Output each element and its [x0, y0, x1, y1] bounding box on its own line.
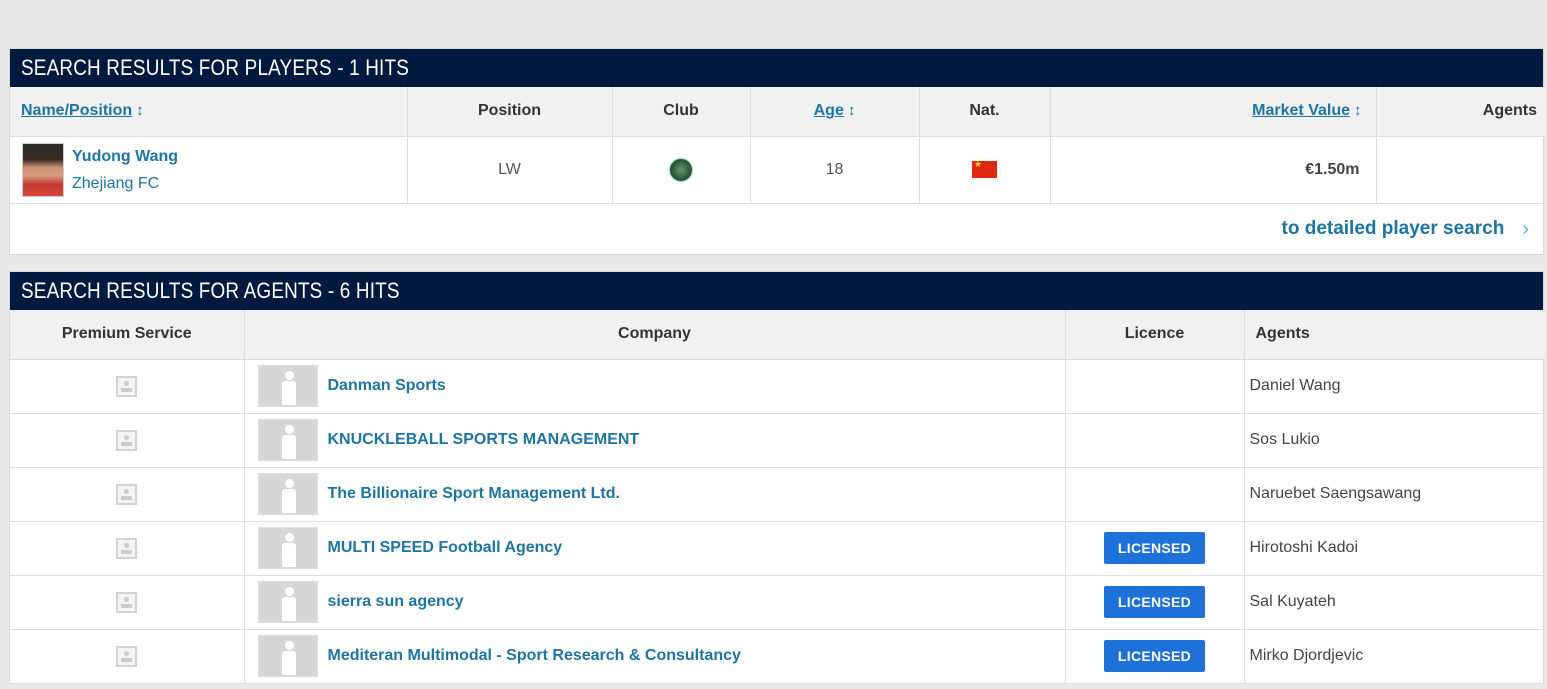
company-placeholder-logo-icon[interactable]	[257, 527, 318, 569]
agents-results-header: SEARCH RESULTS FOR AGENTS - 6 HITS	[10, 272, 1543, 310]
player-club-cell	[612, 136, 751, 204]
player-age: 18	[750, 136, 920, 204]
premium-service-icon	[116, 429, 138, 451]
china-flag-icon	[972, 159, 997, 178]
column-header-agents: Agents	[1376, 87, 1545, 137]
company-placeholder-logo-icon[interactable]	[257, 635, 318, 677]
premium-service-icon	[116, 645, 138, 667]
column-header-premium-service: Premium Service	[10, 310, 245, 360]
company-name-link[interactable]: KNUCKLEBALL SPORTS MANAGEMENT	[328, 431, 640, 449]
agent-name: Sos Lukio	[1249, 431, 1320, 448]
column-header-licence: Licence	[1065, 310, 1245, 360]
agent-name: Sal Kuyateh	[1249, 593, 1336, 610]
column-header-agents: Agents	[1244, 310, 1545, 360]
player-agents	[1376, 136, 1545, 204]
premium-service-cell	[10, 521, 245, 576]
column-header-market-value[interactable]: Market Value ↕	[1050, 87, 1377, 137]
agent-row: sierra sun agency LICENSED Sal Kuyateh	[10, 575, 1545, 630]
licence-cell: LICENSED	[1065, 629, 1245, 684]
company-placeholder-logo-icon[interactable]	[257, 419, 318, 461]
agent-name: Hirotoshi Kadoi	[1249, 539, 1359, 556]
licence-cell	[1065, 467, 1245, 522]
player-row: Yudong Wang Zhejiang FC LW 18 €1.50m	[10, 136, 1545, 204]
agent-name-cell: Daniel Wang	[1244, 359, 1545, 414]
sort-age-link[interactable]: Age	[814, 102, 844, 119]
premium-service-cell	[10, 359, 245, 414]
sort-arrows-icon[interactable]: ↕	[848, 102, 856, 119]
agent-name-cell: Hirotoshi Kadoi	[1244, 521, 1545, 576]
chevron-right-icon[interactable]: ›	[1522, 218, 1529, 241]
column-header-club: Club	[612, 87, 751, 137]
column-header-nationality: Nat.	[919, 87, 1051, 137]
licence-cell: LICENSED	[1065, 575, 1245, 630]
player-market-value: €1.50m	[1050, 136, 1377, 204]
detailed-player-search-link[interactable]: to detailed player search	[1282, 218, 1505, 240]
players-results-box: SEARCH RESULTS FOR PLAYERS - 1 HITS Name…	[9, 48, 1545, 255]
licensed-badge: LICENSED	[1103, 586, 1206, 618]
sort-name-position-link[interactable]: Name/Position	[21, 102, 132, 119]
premium-service-cell	[10, 413, 245, 468]
agent-name-cell: Naruebet Saengsawang	[1244, 467, 1545, 522]
company-cell: The Billionaire Sport Management Ltd.	[244, 467, 1066, 522]
club-logo-icon[interactable]	[669, 157, 693, 182]
company-placeholder-logo-icon[interactable]	[257, 581, 318, 623]
agent-row: Mediteran Multimodal - Sport Research & …	[10, 629, 1545, 684]
sort-arrows-icon[interactable]: ↕	[1354, 102, 1362, 119]
company-name-link[interactable]: sierra sun agency	[328, 593, 464, 611]
players-results-title: SEARCH RESULTS FOR PLAYERS - 1 HITS	[21, 55, 410, 80]
company-cell: MULTI SPEED Football Agency	[244, 521, 1066, 576]
agent-row: Danman Sports Daniel Wang	[10, 359, 1545, 414]
agent-name: Daniel Wang	[1249, 377, 1341, 394]
players-results-header: SEARCH RESULTS FOR PLAYERS - 1 HITS	[10, 49, 1543, 87]
premium-service-icon	[116, 483, 138, 505]
agent-name: Mirko Djordjevic	[1249, 647, 1364, 664]
agent-row: KNUCKLEBALL SPORTS MANAGEMENT Sos Lukio	[10, 413, 1545, 468]
player-name-link[interactable]: Yudong Wang	[72, 143, 178, 170]
agent-name-cell: Sos Lukio	[1244, 413, 1545, 468]
licensed-badge: LICENSED	[1103, 640, 1206, 672]
detail-search-bar: to detailed player search ›	[10, 204, 1543, 255]
column-header-name-position[interactable]: Name/Position ↕	[10, 87, 408, 137]
column-header-age[interactable]: Age ↕	[750, 87, 920, 137]
column-header-company: Company	[244, 310, 1066, 360]
premium-service-cell	[10, 575, 245, 630]
sort-market-value-link[interactable]: Market Value	[1252, 102, 1350, 119]
premium-service-cell	[10, 467, 245, 522]
company-placeholder-logo-icon[interactable]	[257, 365, 318, 407]
company-name-link[interactable]: MULTI SPEED Football Agency	[328, 539, 563, 557]
agent-row: The Billionaire Sport Management Ltd. Na…	[10, 467, 1545, 522]
agents-table: Premium Service Company Licence Agents D…	[10, 310, 1545, 684]
company-cell: KNUCKLEBALL SPORTS MANAGEMENT	[244, 413, 1066, 468]
agents-results-title: SEARCH RESULTS FOR AGENTS - 6 HITS	[21, 278, 400, 303]
licence-cell	[1065, 359, 1245, 414]
company-name-link[interactable]: Mediteran Multimodal - Sport Research & …	[328, 647, 741, 665]
column-header-position: Position	[407, 87, 613, 137]
company-cell: sierra sun agency	[244, 575, 1066, 630]
agent-name-cell: Mirko Djordjevic	[1244, 629, 1545, 684]
licensed-badge: LICENSED	[1103, 532, 1206, 564]
player-position: LW	[407, 136, 613, 204]
players-table: Name/Position ↕ Position Club Age ↕ Nat. M…	[10, 87, 1545, 204]
player-name-cell: Yudong Wang Zhejiang FC	[10, 136, 408, 204]
player-club-link[interactable]: Zhejiang FC	[72, 170, 178, 197]
player-avatar[interactable]	[22, 142, 64, 197]
premium-service-cell	[10, 629, 245, 684]
premium-service-icon	[116, 591, 138, 613]
agent-name-cell: Sal Kuyateh	[1244, 575, 1545, 630]
company-name-link[interactable]: Danman Sports	[328, 377, 446, 395]
premium-service-icon	[116, 375, 138, 397]
company-placeholder-logo-icon[interactable]	[257, 473, 318, 515]
company-cell: Danman Sports	[244, 359, 1066, 414]
agent-row: MULTI SPEED Football Agency LICENSED Hir…	[10, 521, 1545, 576]
company-name-link[interactable]: The Billionaire Sport Management Ltd.	[328, 485, 620, 503]
sort-arrows-icon[interactable]: ↕	[136, 102, 144, 119]
player-nationality-cell	[919, 136, 1051, 204]
licence-cell	[1065, 413, 1245, 468]
agents-results-box: SEARCH RESULTS FOR AGENTS - 6 HITS Premi…	[9, 271, 1545, 684]
agent-name: Naruebet Saengsawang	[1249, 485, 1422, 502]
company-cell: Mediteran Multimodal - Sport Research & …	[244, 629, 1066, 684]
premium-service-icon	[116, 537, 138, 559]
licence-cell: LICENSED	[1065, 521, 1245, 576]
